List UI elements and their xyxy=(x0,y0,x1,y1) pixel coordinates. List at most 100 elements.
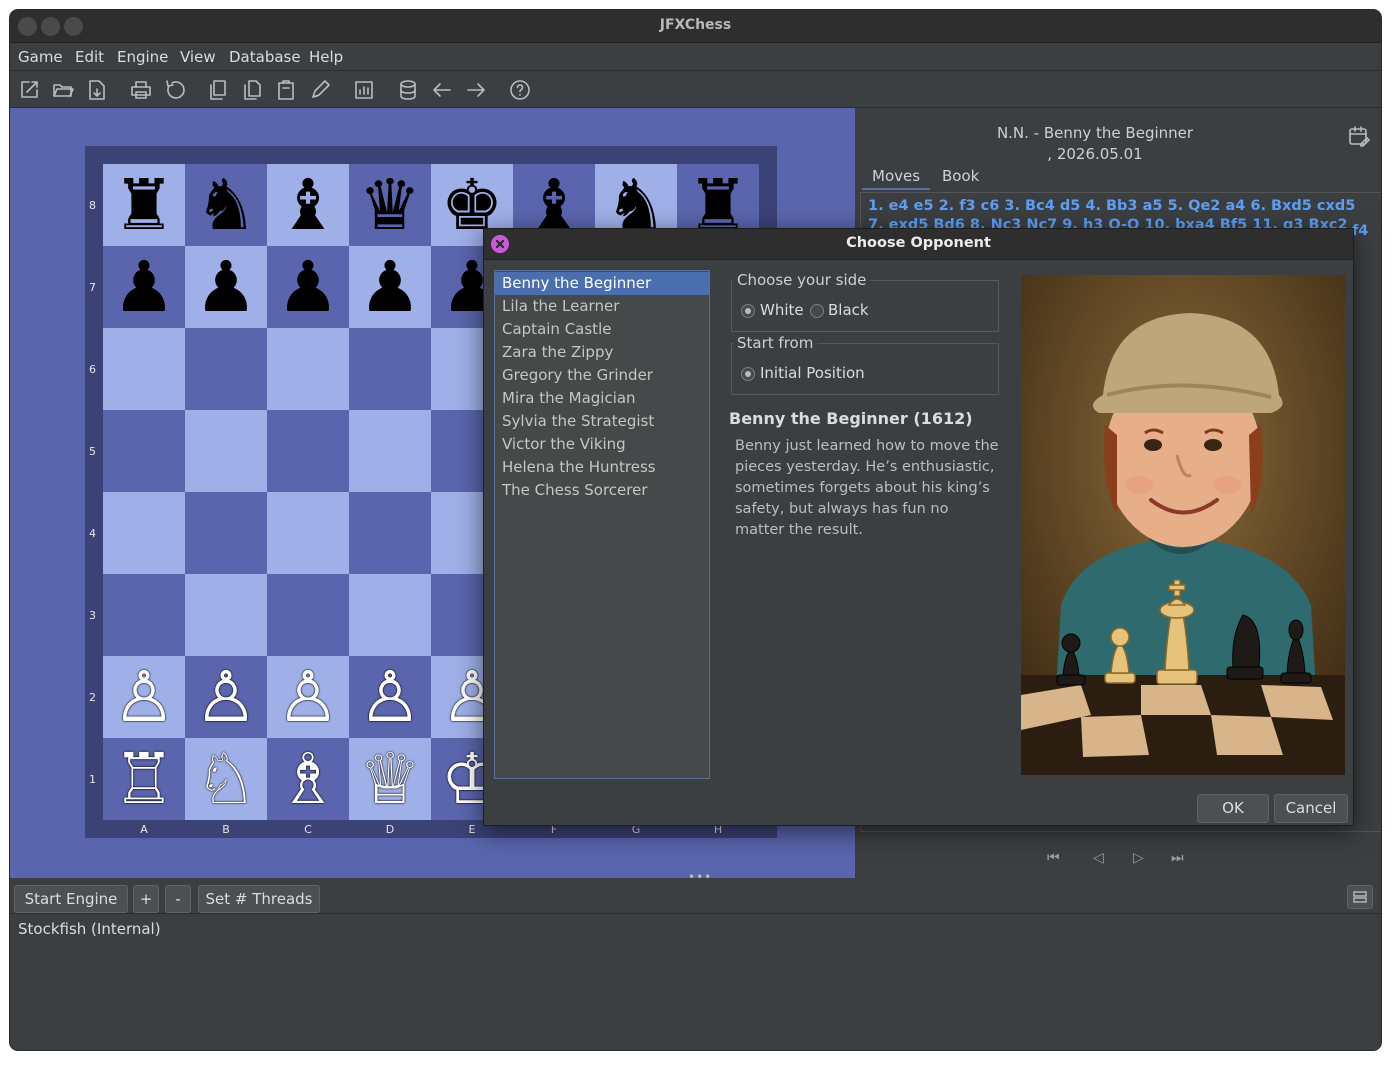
opponent-list-item[interactable]: The Chess Sorcerer xyxy=(495,479,709,502)
last-move-icon[interactable]: ⏭ xyxy=(1171,850,1184,866)
initial-position-label[interactable]: Initial Position xyxy=(760,364,865,382)
new-game-icon[interactable] xyxy=(18,79,40,101)
square-b4[interactable] xyxy=(185,492,267,574)
menu-database[interactable]: Database xyxy=(229,48,301,66)
square-d7[interactable]: ♟ xyxy=(349,246,431,328)
square-c6[interactable] xyxy=(267,328,349,410)
white-piece[interactable]: ♙ xyxy=(113,662,176,732)
opponent-list-item[interactable]: Lila the Learner xyxy=(495,295,709,318)
engine-layout-icon[interactable] xyxy=(1347,885,1373,909)
paste-icon[interactable] xyxy=(275,79,297,101)
copy-position-icon[interactable] xyxy=(241,79,263,101)
white-piece[interactable]: ♘ xyxy=(195,744,258,814)
black-piece[interactable]: ♟ xyxy=(359,252,422,322)
help-icon[interactable] xyxy=(509,79,531,101)
square-b5[interactable] xyxy=(185,410,267,492)
square-b1[interactable]: ♘ xyxy=(185,738,267,820)
next-move-icon[interactable]: ▷ xyxy=(1133,850,1144,866)
square-a5[interactable] xyxy=(103,410,185,492)
print-icon[interactable] xyxy=(130,79,152,101)
black-piece[interactable]: ♛ xyxy=(359,170,422,240)
square-a3[interactable] xyxy=(103,574,185,656)
edit-icon[interactable] xyxy=(309,79,331,101)
black-piece[interactable]: ♟ xyxy=(195,252,258,322)
square-a7[interactable]: ♟ xyxy=(103,246,185,328)
black-piece[interactable]: ♝ xyxy=(277,170,340,240)
square-d1[interactable]: ♕ xyxy=(349,738,431,820)
square-a6[interactable] xyxy=(103,328,185,410)
back-icon[interactable] xyxy=(431,79,453,101)
square-c3[interactable] xyxy=(267,574,349,656)
square-b6[interactable] xyxy=(185,328,267,410)
white-radio-label[interactable]: White xyxy=(760,301,804,319)
edit-header-icon[interactable] xyxy=(1347,124,1371,148)
tab-moves[interactable]: Moves xyxy=(862,164,931,190)
opponent-list-item[interactable]: Gregory the Grinder xyxy=(495,364,709,387)
square-a4[interactable] xyxy=(103,492,185,574)
start-engine-button[interactable]: Start Engine xyxy=(14,885,128,913)
square-c2[interactable]: ♙ xyxy=(267,656,349,738)
white-piece[interactable]: ♙ xyxy=(195,662,258,732)
black-piece[interactable]: ♟ xyxy=(277,252,340,322)
menu-edit[interactable]: Edit xyxy=(75,48,104,66)
opponent-list[interactable]: Benny the Beginner Lila the Learner Captai… xyxy=(494,270,710,779)
square-c1[interactable]: ♗ xyxy=(267,738,349,820)
white-piece[interactable]: ♙ xyxy=(277,662,340,732)
white-piece[interactable]: ♕ xyxy=(359,744,422,814)
square-c5[interactable] xyxy=(267,410,349,492)
opponent-list-item[interactable]: Mira the Magician xyxy=(495,387,709,410)
square-d3[interactable] xyxy=(349,574,431,656)
square-c4[interactable] xyxy=(267,492,349,574)
black-radio[interactable] xyxy=(810,304,824,318)
database-icon[interactable] xyxy=(397,79,419,101)
square-c7[interactable]: ♟ xyxy=(267,246,349,328)
open-file-icon[interactable] xyxy=(52,79,74,101)
menu-engine[interactable]: Engine xyxy=(117,48,168,66)
opponent-list-item[interactable]: Helena the Huntress xyxy=(495,456,709,479)
add-line-button[interactable]: + xyxy=(133,885,159,913)
remove-line-button[interactable]: - xyxy=(165,885,191,913)
square-c8[interactable]: ♝ xyxy=(267,164,349,246)
square-b2[interactable]: ♙ xyxy=(185,656,267,738)
opponent-list-item[interactable]: Zara the Zippy xyxy=(495,341,709,364)
move-tail[interactable]: f4 xyxy=(1352,223,1368,239)
square-b3[interactable] xyxy=(185,574,267,656)
black-radio-label[interactable]: Black xyxy=(828,301,869,319)
square-b7[interactable]: ♟ xyxy=(185,246,267,328)
flip-board-icon[interactable] xyxy=(164,79,186,101)
opponent-list-item[interactable]: Benny the Beginner xyxy=(495,272,709,295)
opponent-list-item[interactable]: Captain Castle xyxy=(495,318,709,341)
opponent-list-item[interactable]: Victor the Viking xyxy=(495,433,709,456)
menu-view[interactable]: View xyxy=(180,48,216,66)
square-a1[interactable]: ♖ xyxy=(103,738,185,820)
copy-game-icon[interactable] xyxy=(207,79,229,101)
black-piece[interactable]: ♜ xyxy=(113,170,176,240)
white-piece[interactable]: ♗ xyxy=(277,744,340,814)
square-b8[interactable]: ♞ xyxy=(185,164,267,246)
square-d4[interactable] xyxy=(349,492,431,574)
square-a8[interactable]: ♜ xyxy=(103,164,185,246)
cancel-button[interactable]: Cancel xyxy=(1274,794,1348,823)
save-file-icon[interactable] xyxy=(86,79,108,101)
menu-help[interactable]: Help xyxy=(309,48,343,66)
set-threads-button[interactable]: Set # Threads xyxy=(198,885,320,913)
analyze-icon[interactable] xyxy=(353,79,375,101)
prev-move-icon[interactable]: ◁ xyxy=(1093,850,1104,866)
square-d8[interactable]: ♛ xyxy=(349,164,431,246)
white-piece[interactable]: ♖ xyxy=(113,744,176,814)
white-piece[interactable]: ♙ xyxy=(359,662,422,732)
first-move-icon[interactable]: ⏮ xyxy=(1047,850,1060,866)
square-d5[interactable] xyxy=(349,410,431,492)
square-a2[interactable]: ♙ xyxy=(103,656,185,738)
tab-book[interactable]: Book xyxy=(932,164,989,190)
menu-game[interactable]: Game xyxy=(18,48,63,66)
opponent-list-item[interactable]: Sylvia the Strategist xyxy=(495,410,709,433)
ok-button[interactable]: OK xyxy=(1197,794,1269,823)
black-piece[interactable]: ♞ xyxy=(195,170,258,240)
forward-icon[interactable] xyxy=(465,79,487,101)
square-d2[interactable]: ♙ xyxy=(349,656,431,738)
initial-position-radio[interactable] xyxy=(741,367,755,381)
square-d6[interactable] xyxy=(349,328,431,410)
white-radio[interactable] xyxy=(741,304,755,318)
black-piece[interactable]: ♟ xyxy=(113,252,176,322)
